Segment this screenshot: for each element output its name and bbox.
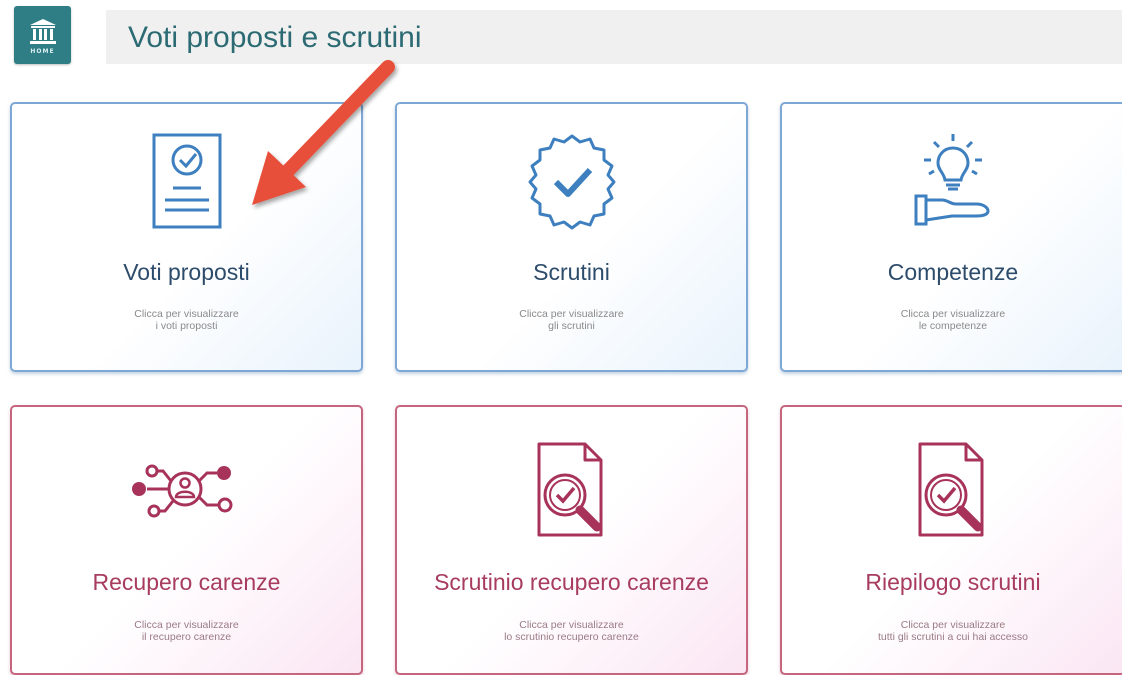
card-competenze[interactable]: Competenze Clicca per visualizzare le co… [780,102,1122,372]
card-title: Voti proposti [123,259,250,285]
card-subtitle-line1: Clicca per visualizzare [134,619,239,631]
card-recupero-carenze[interactable]: Recupero carenze Clicca per visualizzare… [10,405,363,675]
document-check-icon [152,133,221,229]
card-riepilogo-scrutini[interactable]: Riepilogo scrutini Clicca per visualizza… [780,405,1122,675]
home-button[interactable]: HOME [14,6,71,64]
card-title: Riepilogo scrutini [865,569,1041,595]
card-subtitle-line2: gli scrutini [548,320,595,332]
card-subtitle: Clicca per visualizzare tutti gli scruti… [782,619,1122,643]
card-subtitle-line1: Clicca per visualizzare [134,308,239,320]
card-subtitle: Clicca per visualizzare gli scrutini [397,308,746,332]
card-title: Scrutinio recupero carenze [434,569,709,595]
card-subtitle: Clicca per visualizzare il recupero care… [12,619,361,643]
card-subtitle-line2: i voti proposti [155,320,218,332]
card-subtitle-line2: il recupero carenze [141,631,232,643]
lightbulb-hand-icon [914,134,990,226]
home-label: HOME [30,47,55,55]
card-subtitle-line1: Clicca per visualizzare [900,308,1006,320]
card-scrutinio-recupero-carenze[interactable]: Scrutinio recupero carenze Clicca per vi… [395,405,748,675]
document-search-check-icon [918,442,984,537]
network-user-icon [131,464,232,518]
page-title: Voti proposti e scrutini [128,21,422,54]
card-subtitle-line1: Clicca per visualizzare [519,308,624,320]
card-subtitle-line2: tutti gli scrutini a cui hai accesso [878,631,1028,643]
card-title: Scrutini [533,259,610,285]
header-bar: Voti proposti e scrutini [106,10,1122,64]
card-subtitle: Clicca per visualizzare lo scrutinio rec… [397,619,746,643]
card-subtitle-line2: le competenze [918,320,988,332]
document-search-check-icon [537,442,602,537]
card-title: Recupero carenze [92,569,281,595]
institution-icon [29,18,56,44]
card-subtitle: Clicca per visualizzare le competenze [782,308,1122,332]
card-subtitle-line1: Clicca per visualizzare [519,619,624,631]
card-subtitle: Clicca per visualizzare i voti proposti [12,308,361,332]
badge-check-icon [528,134,615,230]
card-scrutini[interactable]: Scrutini Clicca per visualizzare gli scr… [395,102,748,372]
card-subtitle-line2: lo scrutinio recupero carenze [504,631,639,643]
card-title: Competenze [887,259,1019,285]
card-voti-proposti[interactable]: Voti proposti Clicca per visualizzare i … [10,102,363,372]
card-subtitle-line1: Clicca per visualizzare [900,619,1006,631]
